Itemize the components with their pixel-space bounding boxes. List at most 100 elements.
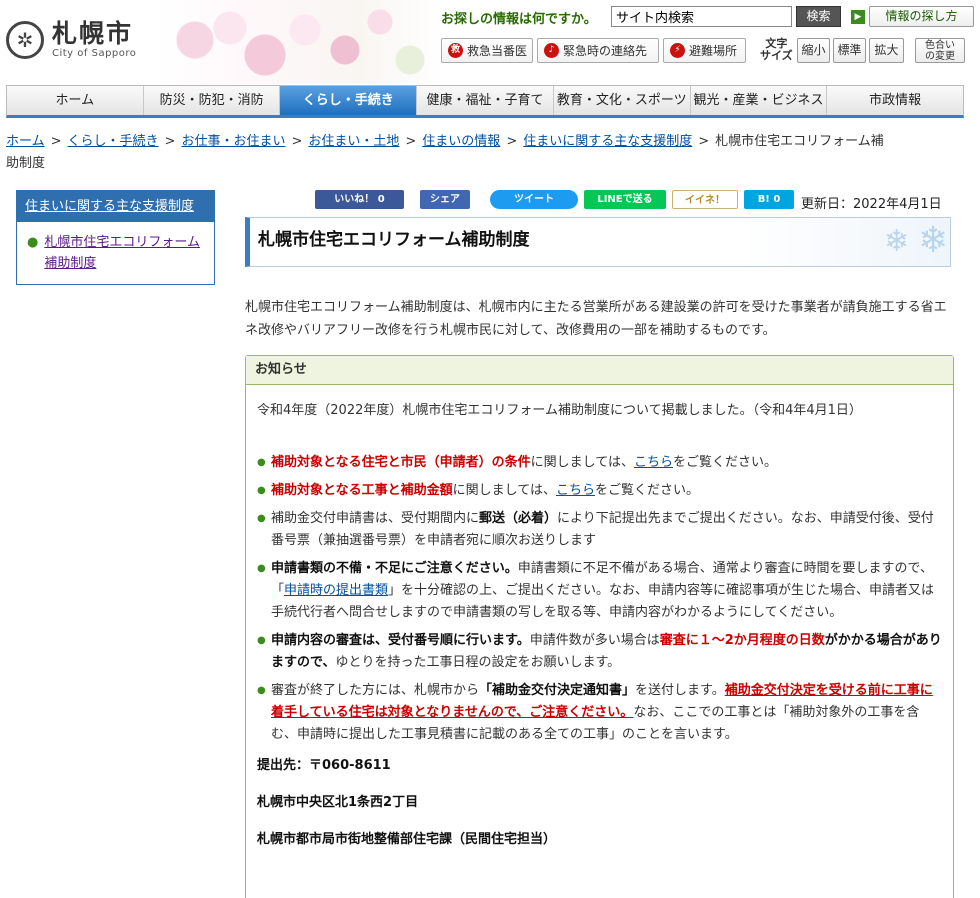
required-documents-link[interactable]: 申請時の提出書類 [284,583,388,598]
breadcrumb-link-living[interactable]: くらし・手続き [68,134,159,149]
eligible-work-text: 補助対象となる工事と補助金額 [271,483,453,498]
notice-box: お知らせ 令和4年度（2022年度）札幌市住宅エコリフォーム補助制度について掲載… [245,355,954,898]
nav-disaster[interactable]: 防災・防犯・消防 [144,86,281,115]
nav-home[interactable]: ホーム [7,86,144,115]
howto-link[interactable]: ▶ 情報の探し方 [851,6,974,27]
emergency-doctor-button[interactable]: 救 救急当番医 [441,38,533,63]
breadcrumb: ホーム > くらし・手続き > お仕事・お住まい > お住まい・土地 > 住まいの情報 > 住まいに… [6,134,884,171]
color-change-line2: の変更 [925,51,955,62]
page-title: 札幌市住宅エコリフォーム補助制度 [258,230,530,250]
facebook-like-button[interactable]: いいね！ 0 [315,190,404,209]
emergency-contact-button[interactable]: ♪ 緊急時の連絡先 [537,38,659,63]
text: をご覧ください。 [673,455,778,470]
social-buttons: いいね！ 0 シェア ツイート LINEで送る イイネ！ B! 0 [315,190,800,209]
breadcrumb-link-housing-land[interactable]: お住まい・土地 [308,134,399,149]
nav-tourism[interactable]: 観光・産業・ビジネス [691,86,828,115]
document-warning-text: 申請書類の不備・不足にご注意ください。 [271,561,518,576]
bullet-icon: ● [257,513,266,524]
bullet-icon: ● [257,485,266,496]
bullet-icon: ● [27,235,39,250]
phone-icon: ♪ [544,43,559,58]
breadcrumb-link-housing-info[interactable]: 住まいの情報 [422,134,500,149]
text: ゆとりを持った工事日程の設定をお願いします。 [335,655,621,670]
search-button[interactable]: 検索 [796,6,841,27]
font-size-label-line2: サイズ [760,49,793,62]
text: をご覧ください。 [595,483,700,498]
submission-address-department: 札幌市都市局市街地整備部住宅課（民間住宅担当） [257,832,557,847]
font-size-label: 文字 サイズ [760,38,793,62]
bullet-icon: ● [257,685,266,696]
bullet-icon: ● [257,457,266,468]
list-item: ● 補助金交付申請書は、受付期間内に郵送（必着）により下記提出先までご提出くださ… [257,508,942,552]
nav-health[interactable]: 健康・福祉・子育て [417,86,554,115]
notice-lead: 令和4年度（2022年度）札幌市住宅エコリフォーム補助制度について掲載しました。… [257,403,862,418]
sidebar-item: ● 札幌市住宅エコリフォーム補助制度 [27,232,206,274]
sidebar: 住まいに関する主な支援制度 ● 札幌市住宅エコリフォーム補助制度 [16,190,215,285]
text: に関しましては、 [452,483,556,498]
bullet-icon: ● [257,563,266,574]
header-sakura-image [155,0,445,84]
evacuation-site-label: 避難場所 [689,44,738,58]
page-title-box: 札幌市住宅エコリフォーム補助制度 ❄ ❄ [245,217,951,267]
list-item: ● 補助対象となる住宅と市民（申請者）の条件に関しましては、こちらをご覧ください… [257,452,942,474]
eligible-housing-text: 補助対象となる住宅と市民（申請者）の条件 [271,455,531,470]
eligible-work-link[interactable]: こちら [556,483,595,498]
notice-list: ● 補助対象となる住宅と市民（申請者）の条件に関しましては、こちらをご覧ください… [257,452,942,746]
eligible-housing-link[interactable]: こちら [634,455,673,470]
hatena-button[interactable]: B! 0 [744,190,794,209]
list-item: ● 申請内容の審査は、受付番号順に行います。申請件数が多い場合は審査に１～2か月… [257,630,942,674]
search-input[interactable] [611,6,792,27]
submission-address-postal: 提出先：〒060-8611 [257,758,391,773]
text: 申請件数が多い場合は [529,633,660,648]
mixi-button[interactable]: イイネ！ [672,190,738,209]
evacuation-site-button[interactable]: ⚡ 避難場所 [663,38,746,63]
logo-english: City of Sapporo [52,48,137,59]
nav-living[interactable]: くらし・手続き [280,86,418,115]
breadcrumb-link-support[interactable]: 住まいに関する主な支援制度 [523,134,692,149]
facebook-share-button[interactable]: シェア [420,190,470,209]
tweet-button[interactable]: ツイート [490,190,578,209]
snowflake-icon: ❄ [884,224,910,259]
font-large-button[interactable]: 拡大 [869,38,904,63]
line-button[interactable]: LINEで送る [584,190,666,209]
text: に関しましては、 [530,455,634,470]
update-date: 更新日：2022年4月1日 [801,197,942,212]
site-logo[interactable]: ✲ 札幌市 City of Sapporo [6,20,136,59]
sidebar-heading[interactable]: 住まいに関する主な支援制度 [17,191,214,222]
intro-text: 札幌市住宅エコリフォーム補助制度は、札幌市内に主たる営業所がある建設業の許可を受… [245,300,947,338]
text: 補助金交付申請書は、受付期間内に [271,511,480,526]
font-normal-button[interactable]: 標準 [833,38,866,63]
breadcrumb-current-cont: 助制度 [6,156,46,171]
city-emblem-icon: ✲ [6,20,44,59]
color-change-line1: 色合い [925,40,955,51]
breadcrumb-link-home[interactable]: ホーム [6,134,45,149]
hospital-icon: 救 [448,43,463,58]
site-header: ✲ 札幌市 City of Sapporo お探しの情報は何ですか。 検索 ▶ … [0,0,980,84]
sidebar-item-eco-reform[interactable]: 札幌市住宅エコリフォーム補助制度 [44,232,206,274]
list-item: ● 審査が終了した方には、札幌市から「補助金交付決定通知書」を送付します。補助金… [257,680,942,746]
nav-city-info[interactable]: 市政情報 [827,86,963,115]
nav-education[interactable]: 教育・文化・スポーツ [554,86,691,115]
submission-address-street: 札幌市中央区北1条西2丁目 [257,795,419,810]
bullet-icon: ● [257,635,266,646]
emergency-doctor-label: 救急当番医 [467,44,528,58]
global-nav: ホーム 防災・防犯・消防 くらし・手続き 健康・福祉・子育て 教育・文化・スポー… [6,85,964,118]
howto-button[interactable]: 情報の探し方 [869,6,974,27]
decision-notice-text: 「補助金交付決定通知書」 [479,683,636,698]
review-order-text: 申請内容の審査は、受付番号順に行います。 [271,633,530,648]
logo-japanese: 札幌市 [52,19,134,48]
list-item: ● 申請書類の不備・不足にご注意ください。申請書類に不足不備がある場合、通常より… [257,558,942,624]
snowflake-icon: ❄ [918,220,949,261]
arrow-right-icon: ▶ [851,9,865,24]
text: 審査が終了した方には、札幌市から [271,683,480,698]
font-small-button[interactable]: 縮小 [797,38,830,63]
search-label: お探しの情報は何ですか。 [441,12,597,27]
color-change-button[interactable]: 色合い の変更 [915,38,965,63]
list-item: ● 補助対象となる工事と補助金額に関しましては、こちらをご覧ください。 [257,480,942,502]
breadcrumb-link-work-home[interactable]: お仕事・お住まい [181,134,285,149]
breadcrumb-current: 札幌市住宅エコリフォーム補 [715,134,884,149]
lightning-icon: ⚡ [670,43,685,58]
review-duration-text: 審査に１～2か月程度の日数 [659,633,825,648]
emergency-contact-label: 緊急時の連絡先 [563,44,648,58]
text: を送付します。 [635,683,725,698]
